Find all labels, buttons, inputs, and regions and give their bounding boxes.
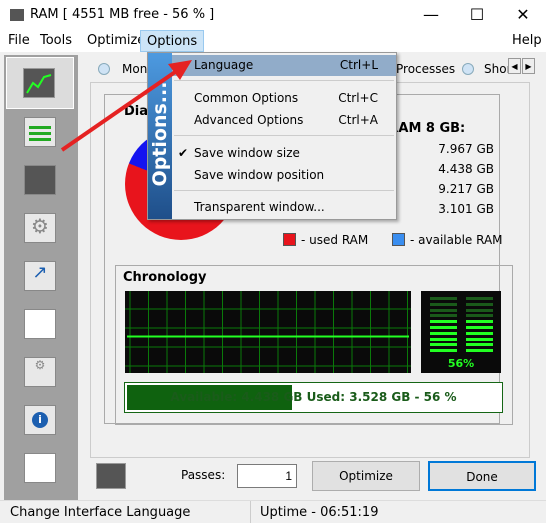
gears-icon: ⚙ [31,214,49,238]
legend-available-label: - available RAM [410,233,503,247]
memory-progress-text: Available: 4.438 GB Used: 3.528 GB - 56 … [170,390,457,404]
maximize-button[interactable]: ☐ [454,0,500,30]
sidebar-item-processes[interactable] [24,117,56,147]
window-title: RAM [ 4551 MB free - 56 % ] [30,7,215,22]
monitor-mini-icon [96,463,126,489]
gauge-bar [466,337,493,341]
gauge-bar [430,302,457,306]
menu-bar: File Tools Optimize Options Help [0,30,546,52]
info-icon: i [32,412,48,428]
legend-used-label: - used RAM [301,233,369,247]
menu-item-language[interactable]: Language Ctrl+L [172,55,396,76]
monitor-icon [23,68,55,98]
list-icon [29,126,51,129]
sidebar-item-scheduler[interactable]: ⚙ [24,357,56,387]
gauge-bar [466,320,493,324]
menu-item-transparent-window[interactable]: Transparent window... [172,197,396,218]
menu-separator [174,80,394,81]
status-divider [250,501,251,523]
gauge-bar [430,320,457,324]
tab-processes[interactable]: Processes [396,62,455,76]
close-button[interactable]: ✕ [500,0,546,30]
status-hint: Change Interface Language [10,505,191,520]
menu-options[interactable]: Options [140,30,205,52]
status-uptime: Uptime - 06:51:19 [260,505,379,520]
menu-item-save-window-position[interactable]: Save window position [172,165,396,186]
legend-available-swatch [392,233,405,246]
chronology-title: Chronology [123,270,207,285]
menu-item-advanced-options[interactable]: Advanced Options Ctrl+A [172,110,396,131]
gauge-bar [466,302,493,306]
gauge-bar [466,331,493,335]
gauge-bar [466,326,493,329]
title-bar: RAM [ 4551 MB free - 56 % ] — ☐ ✕ [0,0,546,30]
menu-file[interactable]: File [8,33,30,48]
shortcut-arrow-icon: ↗ [32,262,48,283]
status-bar: Change Interface Language Uptime - 06:51… [0,500,546,523]
menu-tools[interactable]: Tools [40,33,72,48]
sidebar-item-mail[interactable] [24,453,56,483]
gauge-bar [466,349,493,353]
sidebar-item-tasks[interactable] [24,309,56,339]
ram-value-available: 4.438 GB [438,162,494,176]
gauge-bar [430,314,457,318]
tab-monitor-radio[interactable] [98,63,110,75]
options-banner-text: Options... [149,81,171,187]
gauge-bar [430,331,457,335]
optimize-button[interactable]: Optimize [312,461,420,491]
menu-help[interactable]: Help [512,33,542,48]
sidebar: ⚙ ↗ ⚙ i [4,55,78,500]
gauge-bar [466,308,493,312]
tab-scroll-right[interactable]: ▶ [522,58,535,74]
gauge-bar [430,308,457,312]
menu-separator [174,190,394,191]
options-dropdown-menu: Options... Language Ctrl+L Common Options… [147,52,397,220]
gauge-bar [466,314,493,318]
passes-label: Passes: [181,468,226,482]
sidebar-item-shortcut[interactable]: ↗ [24,261,56,291]
minimize-button[interactable]: — [408,0,454,30]
done-button[interactable]: Done [428,461,536,491]
gauge-bar [430,343,457,347]
tab-scroll-left[interactable]: ◀ [508,58,521,74]
tab-shortcuts-radio[interactable] [462,63,474,75]
menu-item-save-window-size[interactable]: ✔ Save window size [172,143,396,164]
gauge-bar [466,343,493,347]
passes-input[interactable] [237,464,297,488]
legend-used-swatch [283,233,296,246]
usage-gauge: 56% [421,291,501,373]
gauge-bar [430,297,457,300]
gear-list-icon: ⚙ [34,358,46,372]
sidebar-item-monitor[interactable] [6,57,74,109]
checkmark-icon: ✔ [178,146,189,160]
gauge-bar [466,297,493,300]
gauge-bar [430,337,457,341]
ram-value-total: 7.967 GB [438,142,494,156]
menu-optimize[interactable]: Optimize [87,33,145,48]
gauge-bar [430,349,457,353]
menu-item-common-options[interactable]: Common Options Ctrl+C [172,88,396,109]
options-menu-banner: Options... [148,53,172,219]
app-icon [10,9,24,21]
ram-value-virtual: 9.217 GB [438,182,494,196]
sidebar-item-memory[interactable] [24,165,56,195]
memory-progress-bar: Available: 4.438 GB Used: 3.528 GB - 56 … [124,382,503,413]
chronology-graph [125,291,411,373]
sidebar-item-settings[interactable]: ⚙ [24,213,56,243]
usage-gauge-label: 56% [447,357,475,370]
menu-separator [174,135,394,136]
ram-value-virtual-free: 3.101 GB [438,202,494,216]
gauge-bar [430,326,457,329]
sidebar-item-about[interactable]: i [24,405,56,435]
